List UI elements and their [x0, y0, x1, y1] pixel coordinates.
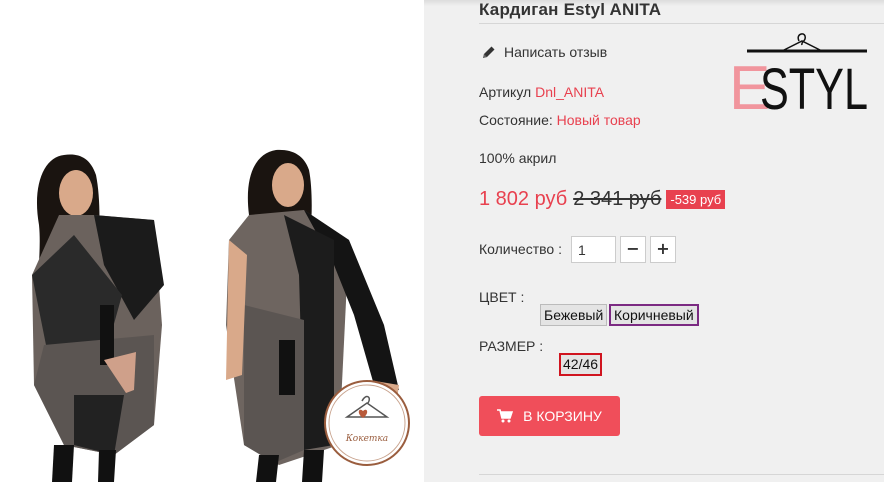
quantity-decrease-button[interactable]: − [620, 236, 646, 263]
discount-badge: -539 руб [666, 190, 726, 209]
product-info-panel: Кардиган Estyl ANITA Написать отзыв E ST… [424, 0, 884, 482]
condition-line: Состояние: Новый товар [479, 112, 641, 128]
product-title: Кардиган Estyl ANITA [479, 0, 662, 19]
add-to-cart-label: В КОРЗИНУ [523, 408, 602, 424]
current-price: 1 802 руб [479, 188, 568, 210]
size-label: РАЗМЕР : [479, 338, 544, 354]
pencil-icon [483, 46, 495, 58]
brand-logo-text: STYL [760, 57, 868, 113]
product-photo[interactable]: Кокетка [4, 145, 420, 482]
size-option[interactable]: 42/46 [559, 353, 603, 376]
quantity-increase-button[interactable]: + [650, 236, 676, 263]
watermark-text: Кокетка [345, 434, 388, 444]
watermark-logo: Кокетка [324, 380, 410, 466]
brand-logo: E STYL [729, 33, 868, 113]
material-text: 100% акрил [479, 150, 557, 166]
article-label: Артикул [479, 84, 532, 100]
condition-value: Новый товар [556, 112, 641, 128]
color-option-beige[interactable]: Бежевый [540, 304, 608, 326]
article-value: Dnl_ANITA [535, 84, 605, 100]
product-image-area: Кокетка [0, 0, 424, 482]
quantity-label: Количество : [479, 241, 562, 257]
write-review-link[interactable]: Написать отзыв [482, 44, 607, 60]
write-review-label: Написать отзыв [504, 44, 608, 60]
title-divider [479, 23, 884, 24]
quantity-input[interactable] [571, 236, 616, 263]
bottom-divider [479, 474, 884, 475]
old-price: 2 341 руб [573, 188, 662, 210]
article-line: Артикул Dnl_ANITA [479, 84, 604, 100]
add-to-cart-button[interactable]: В КОРЗИНУ [479, 396, 620, 436]
product-photo-illustration: Кокетка [4, 145, 420, 482]
color-label: ЦВЕТ : [479, 289, 525, 305]
condition-label: Состояние: [479, 112, 553, 128]
price-row: 1 802 руб 2 341 руб -539 руб [479, 188, 726, 211]
cart-icon [497, 409, 514, 423]
color-option-brown[interactable]: Коричневый [609, 304, 699, 326]
